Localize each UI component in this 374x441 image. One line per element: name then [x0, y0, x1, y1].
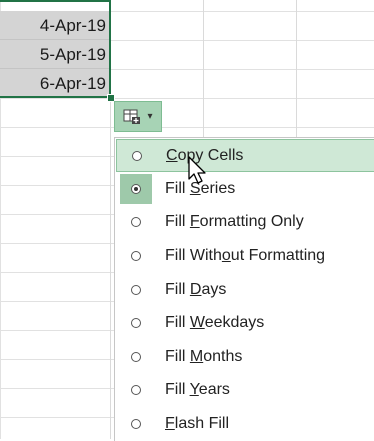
menu-item-fill-days[interactable]: Fill Days [116, 273, 374, 306]
menu-item-copy-cells[interactable]: Copy Cells [116, 139, 374, 172]
radio-button[interactable] [131, 250, 141, 261]
menu-item-fill-series[interactable]: Fill Series [116, 172, 374, 205]
menu-item-label: Fill Without Formatting [165, 246, 326, 264]
radio-button[interactable] [131, 351, 141, 362]
auto-fill-options-menu: Copy Cells Fill Series Fill Formatting O… [114, 137, 374, 441]
radio-wrap [116, 239, 156, 272]
radio-wrap [117, 139, 157, 172]
chevron-down-icon: ▾ [147, 111, 153, 122]
auto-fill-options-icon [123, 109, 141, 124]
radio-wrap [116, 306, 156, 339]
radio-wrap [116, 340, 156, 373]
radio-wrap [116, 373, 156, 406]
menu-item-label: Fill Years [165, 380, 230, 398]
radio-button[interactable] [131, 284, 141, 295]
auto-fill-options-button[interactable]: ▾ [114, 101, 162, 132]
menu-item-label: Fill Months [165, 347, 243, 365]
column-divider [110, 0, 111, 439]
menu-item-label: Fill Formatting Only [165, 212, 304, 230]
radio-button[interactable] [131, 216, 141, 227]
date-cell[interactable]: 4-Apr-19 [0, 11, 110, 40]
radio-button[interactable] [131, 384, 141, 395]
radio-button[interactable] [131, 418, 141, 429]
menu-item-fill-formatting-only[interactable]: Fill Formatting Only [116, 205, 374, 238]
radio-button[interactable] [132, 150, 142, 161]
menu-item-label: Flash Fill [165, 414, 230, 432]
radio-wrap-selected [120, 173, 152, 204]
date-cell[interactable]: 5-Apr-19 [0, 40, 110, 69]
date-cell[interactable]: 6-Apr-19 [0, 69, 110, 98]
menu-item-label: Fill Days [165, 280, 227, 298]
menu-item-fill-without-formatting[interactable]: Fill Without Formatting [116, 239, 374, 272]
menu-item-label: Fill Series [165, 179, 236, 197]
menu-item-label: Copy Cells [166, 146, 244, 164]
menu-item-fill-months[interactable]: Fill Months [116, 340, 374, 373]
radio-wrap [116, 205, 156, 238]
menu-item-flash-fill[interactable]: Flash Fill [116, 407, 374, 440]
radio-wrap [116, 407, 156, 440]
menu-item-fill-years[interactable]: Fill Years [116, 373, 374, 406]
menu-item-label: Fill Weekdays [165, 313, 265, 331]
menu-item-fill-weekdays[interactable]: Fill Weekdays [116, 306, 374, 339]
radio-wrap [116, 273, 156, 306]
radio-button[interactable] [131, 317, 141, 328]
radio-button-selected[interactable] [131, 183, 141, 194]
